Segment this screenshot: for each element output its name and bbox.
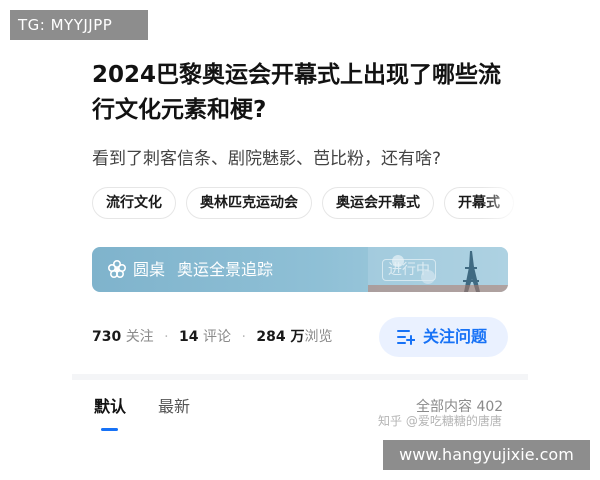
eiffel-tower-illustration bbox=[368, 247, 508, 292]
banner-topic: 奥运全景追踪 bbox=[177, 260, 274, 279]
site-url-badge: www.hangyujixie.com bbox=[383, 440, 590, 470]
follow-button-label: 关注问题 bbox=[423, 327, 488, 346]
topic-tags: 流行文化 奥林匹克运动会 奥运会开幕式 开幕式 bbox=[92, 187, 522, 221]
question-description: 看到了刺客信条、剧院魅影、芭比粉，还有啥? bbox=[92, 149, 442, 169]
tag-pop-culture[interactable]: 流行文化 bbox=[92, 187, 176, 219]
tags-fade bbox=[482, 187, 522, 221]
comments-label[interactable]: 评论 bbox=[203, 329, 231, 345]
banner-brand: 圆桌 bbox=[133, 260, 166, 279]
separator-dot: · bbox=[164, 329, 169, 345]
roundtable-banner[interactable]: 圆桌 奥运全景追踪 进行中 bbox=[92, 247, 508, 292]
views-count: 284 万 bbox=[256, 329, 305, 345]
tg-badge: TG: MYYJJPP bbox=[10, 10, 148, 40]
tab-default[interactable]: 默认 bbox=[94, 396, 126, 418]
zhihu-watermark: 知乎 @爱吃糖糖的唐唐 bbox=[378, 414, 502, 428]
tag-opening-ceremony[interactable]: 奥运会开幕式 bbox=[322, 187, 434, 219]
active-tab-indicator bbox=[101, 428, 118, 431]
followers-label: 关注 bbox=[125, 329, 154, 345]
views-label: 浏览 bbox=[304, 329, 333, 345]
comments-count: 14 bbox=[179, 329, 199, 345]
question-stats: 730 关注 · 14 评论 · 284 万浏览 bbox=[92, 327, 332, 347]
tag-olympics[interactable]: 奥林匹克运动会 bbox=[186, 187, 312, 219]
question-title: 2024巴黎奥运会开幕式上出现了哪些流行文化元素和梗? bbox=[92, 62, 502, 123]
section-divider bbox=[72, 374, 528, 380]
tab-latest[interactable]: 最新 bbox=[158, 396, 190, 418]
flower-icon bbox=[107, 259, 127, 279]
followers-count: 730 bbox=[92, 329, 122, 345]
follow-question-button[interactable]: 关注问题 bbox=[379, 317, 508, 357]
separator-dot: · bbox=[241, 329, 246, 345]
follow-list-plus-icon bbox=[397, 330, 415, 345]
